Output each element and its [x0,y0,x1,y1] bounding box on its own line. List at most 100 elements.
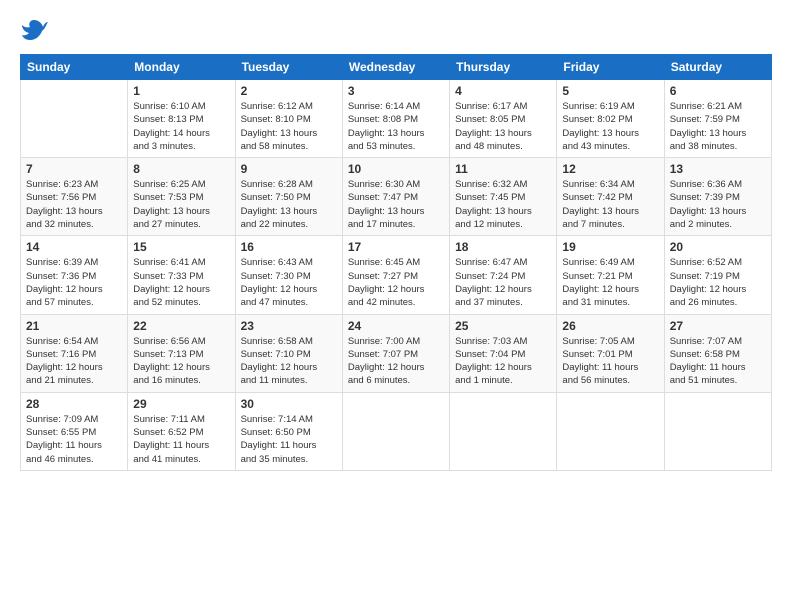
day-info: Sunrise: 7:05 AMSunset: 7:01 PMDaylight:… [562,335,658,388]
calendar-week-1: 7 Sunrise: 6:23 AMSunset: 7:56 PMDaylight… [21,158,772,236]
calendar-cell: 27 Sunrise: 7:07 AMSunset: 6:58 PMDayligh… [664,314,771,392]
day-number: 18 [455,240,551,254]
calendar-cell: 21 Sunrise: 6:54 AMSunset: 7:16 PMDayligh… [21,314,128,392]
calendar-cell: 10 Sunrise: 6:30 AMSunset: 7:47 PMDayligh… [342,158,449,236]
day-number: 19 [562,240,658,254]
calendar-header-sunday: Sunday [21,55,128,80]
calendar-cell: 1Sunrise: 6:10 AMSunset: 8:13 PMDaylight… [128,80,235,158]
calendar-cell: 24Sunrise: 7:00 AMSunset: 7:07 PMDayligh… [342,314,449,392]
day-info: Sunrise: 7:07 AMSunset: 6:58 PMDaylight:… [670,335,766,388]
day-number: 25 [455,319,551,333]
day-number: 2 [241,84,337,98]
calendar-cell: 22Sunrise: 6:56 AMSunset: 7:13 PMDayligh… [128,314,235,392]
calendar-cell: 19 Sunrise: 6:49 AMSunset: 7:21 PMDayligh… [557,236,664,314]
calendar-cell [664,392,771,470]
calendar-cell [557,392,664,470]
day-info: Sunrise: 6:45 AMSunset: 7:27 PMDaylight:… [348,256,444,309]
calendar-header-saturday: Saturday [664,55,771,80]
calendar-cell: 17Sunrise: 6:45 AMSunset: 7:27 PMDayligh… [342,236,449,314]
day-info: Sunrise: 7:14 AMSunset: 6:50 PMDaylight:… [241,413,337,466]
day-number: 10 [348,162,444,176]
day-info: Sunrise: 6:12 AMSunset: 8:10 PMDaylight:… [241,100,337,153]
calendar-header-friday: Friday [557,55,664,80]
calendar-cell: 18 Sunrise: 6:47 AMSunset: 7:24 PMDayligh… [450,236,557,314]
logo-bird-icon [20,16,48,44]
day-info: Sunrise: 6:54 AMSunset: 7:16 PMDaylight:… [26,335,122,388]
day-number: 13 [670,162,766,176]
calendar-cell: 14 Sunrise: 6:39 AMSunset: 7:36 PMDayligh… [21,236,128,314]
day-info: Sunrise: 6:23 AMSunset: 7:56 PMDaylight:… [26,178,122,231]
calendar-cell: 9 Sunrise: 6:28 AMSunset: 7:50 PMDaylight… [235,158,342,236]
day-info: Sunrise: 6:28 AMSunset: 7:50 PMDaylight:… [241,178,337,231]
day-info: Sunrise: 6:39 AMSunset: 7:36 PMDaylight:… [26,256,122,309]
day-number: 27 [670,319,766,333]
calendar-cell [21,80,128,158]
day-number: 7 [26,162,122,176]
day-info: Sunrise: 6:47 AMSunset: 7:24 PMDaylight:… [455,256,551,309]
day-number: 30 [241,397,337,411]
day-info: Sunrise: 6:34 AMSunset: 7:42 PMDaylight:… [562,178,658,231]
calendar-cell: 3 Sunrise: 6:14 AMSunset: 8:08 PMDaylight… [342,80,449,158]
calendar-cell [342,392,449,470]
calendar-cell: 7 Sunrise: 6:23 AMSunset: 7:56 PMDaylight… [21,158,128,236]
calendar-cell: 5Sunrise: 6:19 AMSunset: 8:02 PMDaylight… [557,80,664,158]
calendar-cell: 20 Sunrise: 6:52 AMSunset: 7:19 PMDayligh… [664,236,771,314]
day-number: 9 [241,162,337,176]
day-number: 11 [455,162,551,176]
calendar-header-wednesday: Wednesday [342,55,449,80]
day-number: 14 [26,240,122,254]
day-info: Sunrise: 6:58 AMSunset: 7:10 PMDaylight:… [241,335,337,388]
calendar-week-2: 14 Sunrise: 6:39 AMSunset: 7:36 PMDayligh… [21,236,772,314]
day-number: 21 [26,319,122,333]
day-number: 23 [241,319,337,333]
day-number: 12 [562,162,658,176]
calendar-cell: 2 Sunrise: 6:12 AMSunset: 8:10 PMDaylight… [235,80,342,158]
calendar-cell: 15 Sunrise: 6:41 AMSunset: 7:33 PMDayligh… [128,236,235,314]
day-info: Sunrise: 7:03 AMSunset: 7:04 PMDaylight:… [455,335,551,388]
day-number: 29 [133,397,229,411]
calendar: SundayMondayTuesdayWednesdayThursdayFrid… [20,54,772,471]
calendar-cell: 11 Sunrise: 6:32 AMSunset: 7:45 PMDayligh… [450,158,557,236]
day-info: Sunrise: 6:17 AMSunset: 8:05 PMDaylight:… [455,100,551,153]
calendar-cell: 30 Sunrise: 7:14 AMSunset: 6:50 PMDayligh… [235,392,342,470]
day-info: Sunrise: 6:52 AMSunset: 7:19 PMDaylight:… [670,256,766,309]
page: SundayMondayTuesdayWednesdayThursdayFrid… [0,0,792,612]
day-number: 1 [133,84,229,98]
calendar-header-monday: Monday [128,55,235,80]
calendar-cell: 29 Sunrise: 7:11 AMSunset: 6:52 PMDayligh… [128,392,235,470]
day-info: Sunrise: 6:36 AMSunset: 7:39 PMDaylight:… [670,178,766,231]
day-number: 6 [670,84,766,98]
calendar-cell: 12 Sunrise: 6:34 AMSunset: 7:42 PMDayligh… [557,158,664,236]
day-number: 8 [133,162,229,176]
day-info: Sunrise: 6:32 AMSunset: 7:45 PMDaylight:… [455,178,551,231]
day-info: Sunrise: 6:43 AMSunset: 7:30 PMDaylight:… [241,256,337,309]
calendar-cell [450,392,557,470]
calendar-week-0: 1Sunrise: 6:10 AMSunset: 8:13 PMDaylight… [21,80,772,158]
day-info: Sunrise: 6:30 AMSunset: 7:47 PMDaylight:… [348,178,444,231]
day-info: Sunrise: 6:56 AMSunset: 7:13 PMDaylight:… [133,335,229,388]
calendar-cell: 26 Sunrise: 7:05 AMSunset: 7:01 PMDayligh… [557,314,664,392]
day-number: 26 [562,319,658,333]
day-number: 24 [348,319,444,333]
calendar-week-3: 21 Sunrise: 6:54 AMSunset: 7:16 PMDayligh… [21,314,772,392]
calendar-header-thursday: Thursday [450,55,557,80]
day-number: 5 [562,84,658,98]
day-number: 28 [26,397,122,411]
day-number: 15 [133,240,229,254]
day-info: Sunrise: 6:41 AMSunset: 7:33 PMDaylight:… [133,256,229,309]
day-info: Sunrise: 6:49 AMSunset: 7:21 PMDaylight:… [562,256,658,309]
calendar-cell: 13 Sunrise: 6:36 AMSunset: 7:39 PMDayligh… [664,158,771,236]
calendar-header-row: SundayMondayTuesdayWednesdayThursdayFrid… [21,55,772,80]
calendar-cell: 8Sunrise: 6:25 AMSunset: 7:53 PMDaylight… [128,158,235,236]
calendar-cell: 28 Sunrise: 7:09 AMSunset: 6:55 PMDayligh… [21,392,128,470]
logo [20,16,52,44]
day-info: Sunrise: 6:14 AMSunset: 8:08 PMDaylight:… [348,100,444,153]
day-number: 3 [348,84,444,98]
day-info: Sunrise: 7:09 AMSunset: 6:55 PMDaylight:… [26,413,122,466]
calendar-cell: 25 Sunrise: 7:03 AMSunset: 7:04 PMDayligh… [450,314,557,392]
day-info: Sunrise: 7:11 AMSunset: 6:52 PMDaylight:… [133,413,229,466]
header [20,16,772,44]
day-number: 20 [670,240,766,254]
calendar-week-4: 28 Sunrise: 7:09 AMSunset: 6:55 PMDayligh… [21,392,772,470]
day-number: 16 [241,240,337,254]
